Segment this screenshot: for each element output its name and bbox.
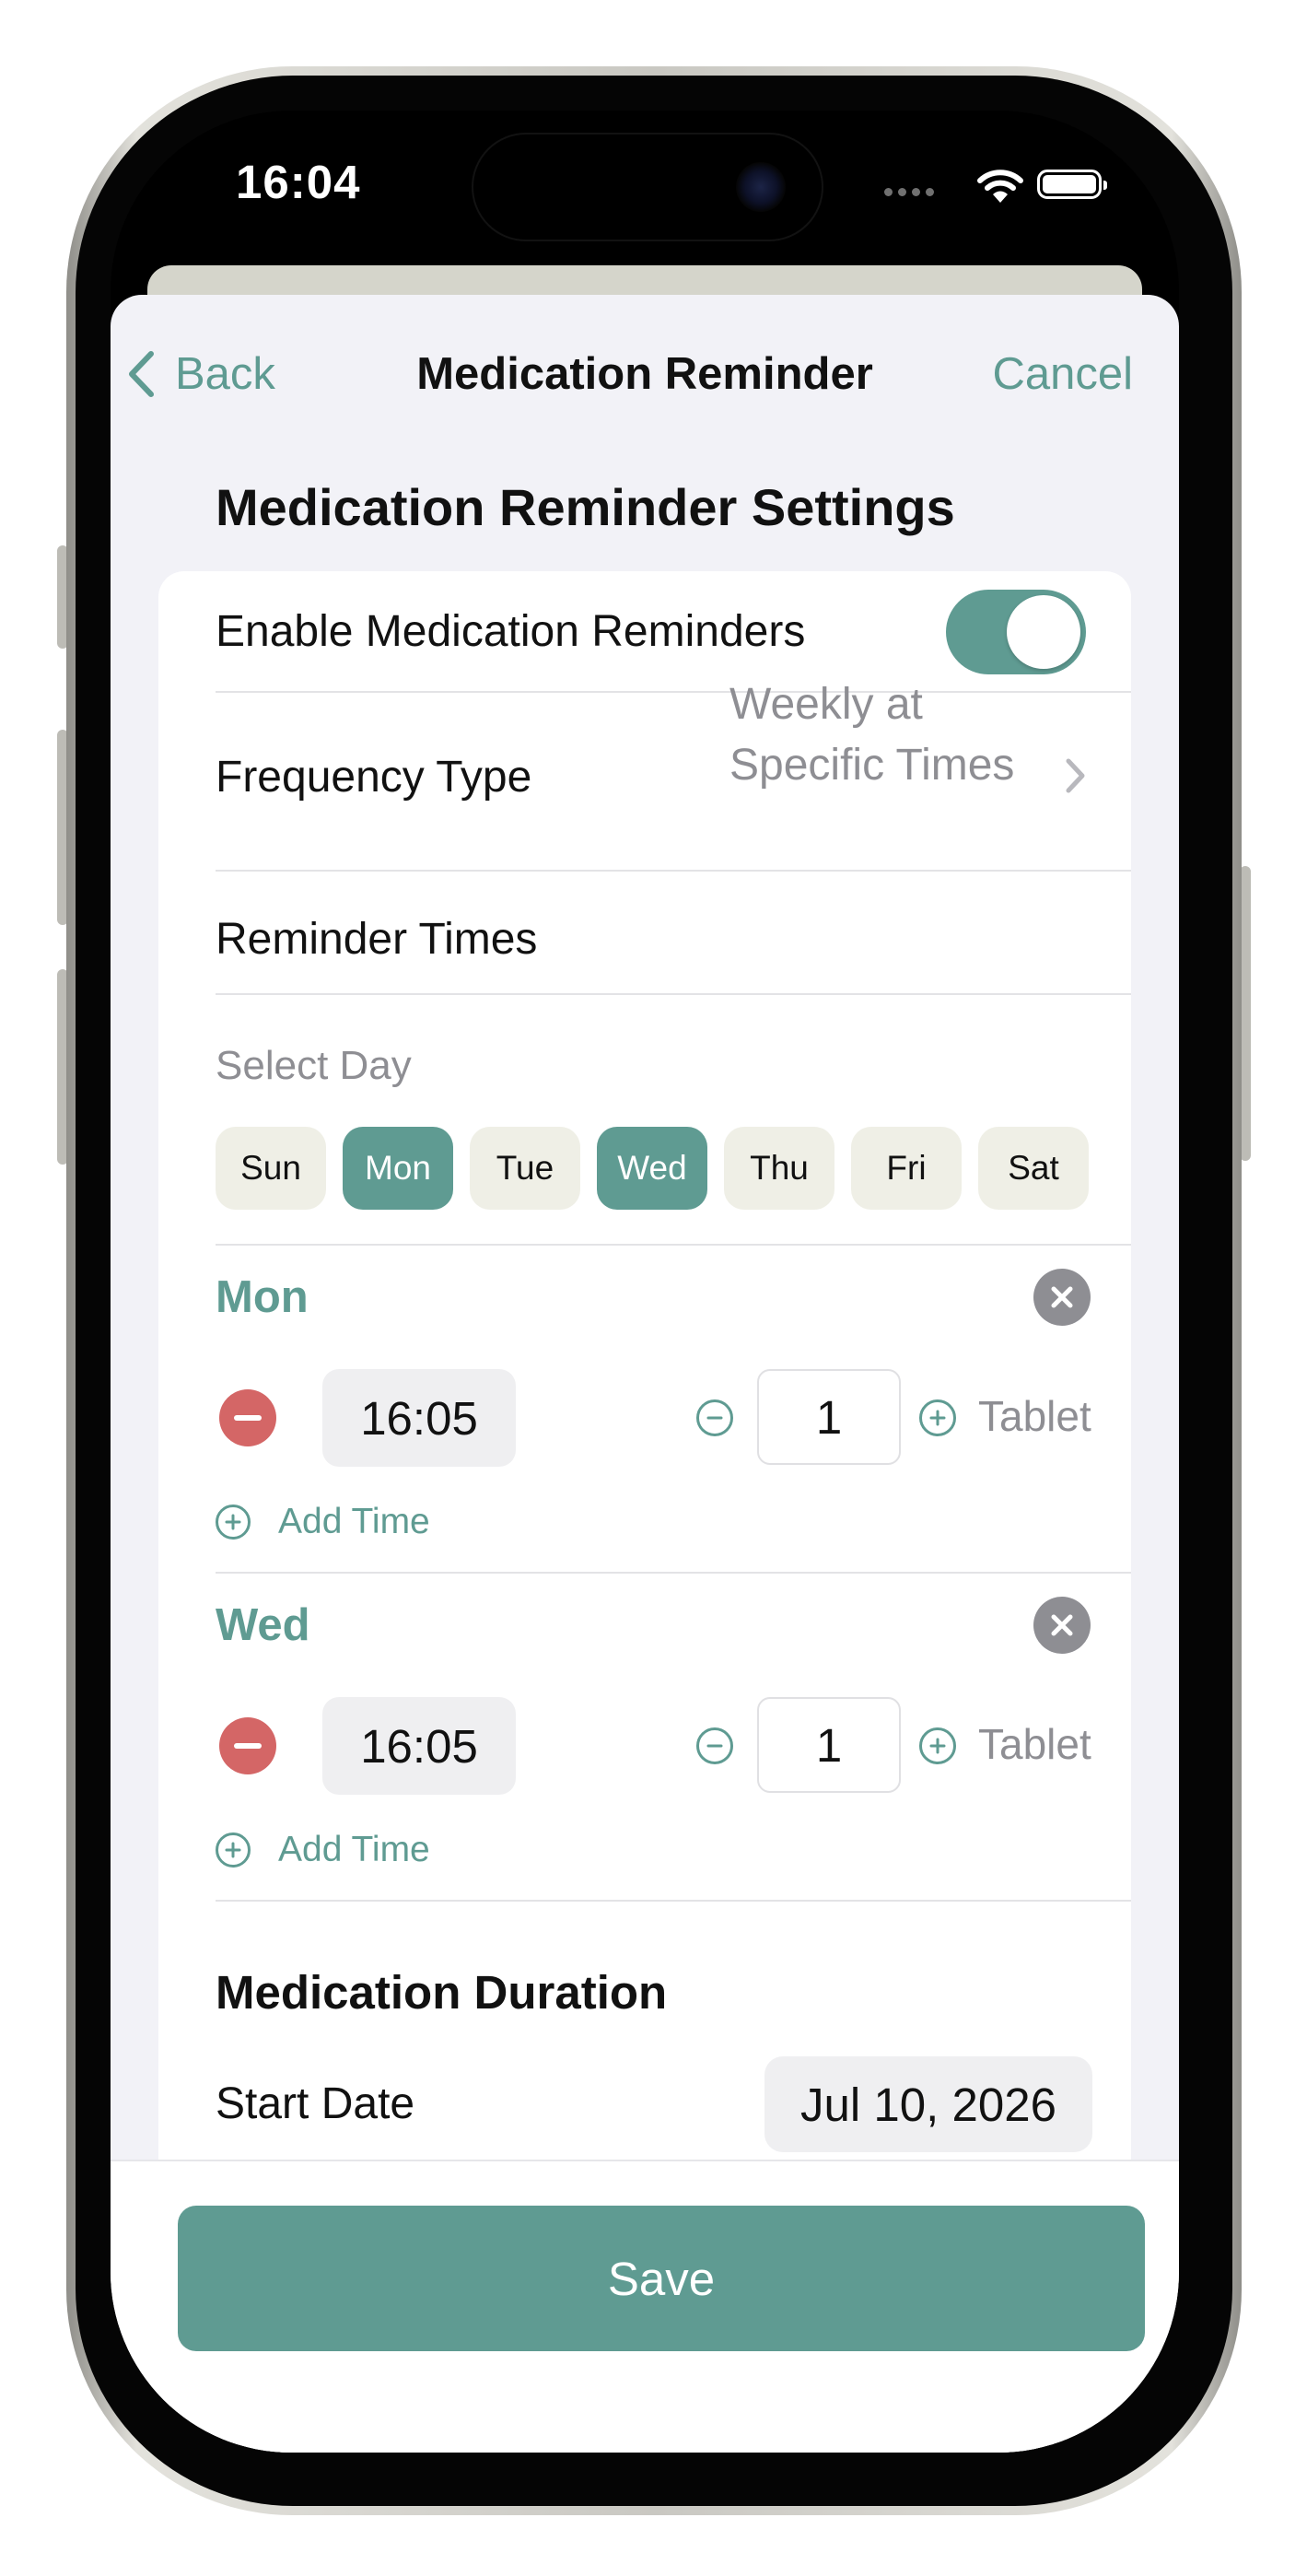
cancel-button[interactable]: Cancel	[992, 348, 1133, 400]
close-icon	[1051, 1286, 1073, 1308]
add-circle-icon	[216, 1832, 251, 1868]
day-chip-tue[interactable]: Tue	[470, 1127, 580, 1210]
minus-circle-icon	[706, 1744, 723, 1748]
frequency-value[interactable]: Weekly at Specific Times	[729, 674, 1061, 796]
add-time-button[interactable]: Add Time	[216, 1502, 430, 1542]
divider	[216, 1572, 1131, 1574]
wifi-icon	[977, 170, 1023, 203]
enable-reminders-toggle[interactable]	[946, 590, 1086, 674]
time-picker[interactable]: 16:05	[322, 1697, 516, 1795]
signal-icon	[884, 184, 939, 201]
decrement-button[interactable]	[696, 1727, 733, 1764]
reminder-times-label: Reminder Times	[216, 915, 538, 964]
select-day-label: Select Day	[216, 1043, 412, 1088]
quantity-field[interactable]: 1	[757, 1369, 901, 1465]
medication-duration-title: Medication Duration	[216, 1966, 668, 2019]
remove-day-button[interactable]	[1033, 1269, 1091, 1326]
delete-time-button[interactable]	[219, 1717, 276, 1774]
battery-icon	[1037, 170, 1107, 199]
add-circle-icon	[216, 1505, 251, 1540]
unit-label: Tablet	[978, 1392, 1091, 1440]
quantity-field[interactable]: 1	[757, 1697, 901, 1793]
divider	[216, 993, 1131, 995]
increment-button[interactable]	[919, 1399, 956, 1436]
schedule-day-heading: Mon	[216, 1272, 309, 1322]
start-date-picker[interactable]: Jul 10, 2026	[764, 2056, 1092, 2152]
divider	[216, 1244, 1131, 1246]
dynamic-island	[472, 133, 823, 241]
minus-circle-icon	[706, 1416, 723, 1420]
add-time-label: Add Time	[278, 1502, 430, 1541]
close-icon	[1051, 1614, 1073, 1636]
add-time-button[interactable]: Add Time	[216, 1830, 430, 1870]
time-picker[interactable]: 16:05	[322, 1369, 516, 1467]
day-chip-fri[interactable]: Fri	[851, 1127, 962, 1210]
minus-icon	[234, 1743, 262, 1749]
bottom-action-bar: Save	[111, 2160, 1179, 2453]
save-button[interactable]: Save	[178, 2206, 1145, 2351]
day-chip-wed[interactable]: Wed	[597, 1127, 707, 1210]
section-title: Medication Reminder Settings	[216, 478, 955, 536]
minus-icon	[234, 1415, 262, 1421]
divider	[216, 1900, 1131, 1902]
phone-frame: 16:04 Back Medication Reminder Cancel Me…	[66, 66, 1242, 2515]
day-chip-sun[interactable]: Sun	[216, 1127, 326, 1210]
unit-label: Tablet	[978, 1720, 1091, 1768]
delete-time-button[interactable]	[219, 1389, 276, 1446]
toggle-knob	[1007, 595, 1080, 669]
remove-day-button[interactable]	[1033, 1597, 1091, 1654]
chevron-right-icon	[1066, 758, 1085, 793]
day-chip-sat[interactable]: Sat	[978, 1127, 1089, 1210]
start-date-label: Start Date	[216, 2079, 415, 2128]
camera-icon	[736, 162, 786, 212]
frequency-value-line2: Specific Times	[729, 741, 1015, 790]
frequency-label: Frequency Type	[216, 753, 532, 802]
enable-reminders-label: Enable Medication Reminders	[216, 607, 806, 656]
day-chip-mon[interactable]: Mon	[343, 1127, 453, 1210]
day-selector: Sun Mon Tue Wed Thu Fri Sat	[216, 1127, 1105, 1210]
modal-sheet: Back Medication Reminder Cancel Medicati…	[111, 295, 1179, 2453]
status-time: 16:04	[236, 156, 361, 208]
divider	[216, 870, 1131, 872]
schedule-day-heading: Wed	[216, 1600, 310, 1650]
status-icons	[884, 168, 1151, 205]
frequency-value-line1: Weekly at	[729, 680, 923, 729]
add-time-label: Add Time	[278, 1830, 430, 1869]
day-chip-thu[interactable]: Thu	[724, 1127, 834, 1210]
screen: 16:04 Back Medication Reminder Cancel Me…	[111, 111, 1179, 2453]
plus-circle-icon	[929, 1738, 946, 1754]
decrement-button[interactable]	[696, 1399, 733, 1436]
plus-circle-icon	[929, 1410, 946, 1426]
increment-button[interactable]	[919, 1727, 956, 1764]
